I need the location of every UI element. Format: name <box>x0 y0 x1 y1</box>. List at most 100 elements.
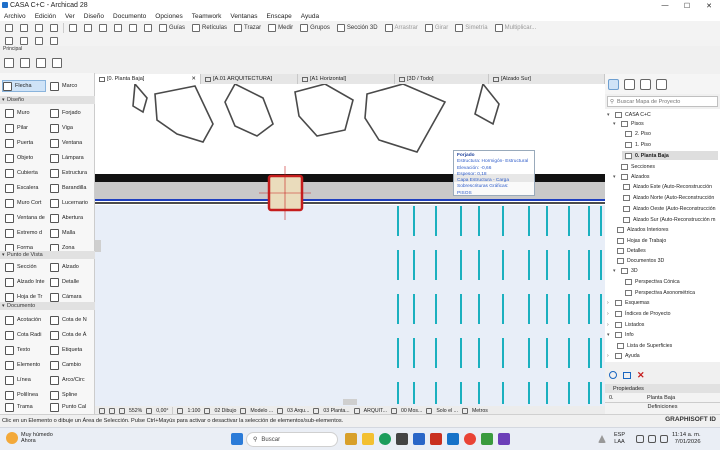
tree-secciones[interactable]: Secciones <box>613 162 655 171</box>
minimize-button[interactable]: — <box>654 0 676 11</box>
chevron-up-icon[interactable] <box>598 435 606 443</box>
tree-alzado-sur[interactable]: Alzado Sur (Auto-Reconstrucción m <box>623 215 715 224</box>
mirror-button[interactable]: Simetría <box>453 23 489 33</box>
graphisoft-id-button[interactable]: GRAPHISOFT ID <box>665 416 716 423</box>
tree-documentos-3d[interactable]: Documentos 3D <box>617 256 664 265</box>
zoom-out-icon[interactable] <box>119 407 125 414</box>
tool-escalera[interactable]: Escalera <box>5 182 47 194</box>
taskbar-search[interactable]: ⚲ Buscar <box>246 432 338 447</box>
volume-icon[interactable] <box>648 435 656 443</box>
chrome-icon[interactable] <box>464 433 476 445</box>
tab-a1-horizontal[interactable]: [A1 Horizontal] <box>298 74 395 84</box>
tab-planta-baja[interactable]: [0. Planta Baja] ✕ <box>95 74 201 84</box>
tool-punto-calor[interactable]: Punto Cal <box>50 401 94 413</box>
tool-extremo[interactable]: Extremo d <box>5 227 47 239</box>
scale-value[interactable]: 1:100 <box>187 408 200 414</box>
layout-book-icon[interactable] <box>640 78 651 90</box>
zoom-value[interactable]: 552% <box>129 408 142 414</box>
tool-muro-cortina[interactable]: Muro Cort <box>5 197 47 209</box>
bottom-scroll-handle[interactable] <box>343 399 357 405</box>
tool-alzado-int[interactable]: Alzado Inte <box>5 276 47 288</box>
view-map-icon[interactable] <box>624 78 635 90</box>
project-map-icon[interactable] <box>608 78 619 90</box>
menu-edicion[interactable]: Edición <box>35 13 56 20</box>
inject-button[interactable] <box>127 23 139 33</box>
section3d-button[interactable]: Sección 3D <box>335 23 380 33</box>
tool-elemento[interactable]: Elemento <box>5 359 47 371</box>
tab-alzado-sur[interactable]: [Alzado Sur] <box>489 74 605 84</box>
undo-button[interactable] <box>67 23 79 33</box>
tool-forjado[interactable]: Forjado <box>50 107 94 119</box>
system-clock[interactable]: 11:14 a. m. 7/01/2026 <box>672 432 701 446</box>
tool-ventana[interactable]: Ventana <box>50 137 94 149</box>
tree-lista-superficies[interactable]: Lista de Superficies <box>617 341 672 350</box>
guides-button[interactable]: Guías <box>157 23 187 33</box>
print-button[interactable] <box>48 23 60 33</box>
graphic-combo[interactable]: 03 Planta... <box>323 408 349 414</box>
tool-cubierta[interactable]: Cubierta <box>5 167 47 179</box>
tool-texto[interactable]: Texto <box>5 344 47 356</box>
new-view-icon[interactable] <box>623 371 631 379</box>
layout-button-3[interactable] <box>33 36 45 46</box>
close-tab-icon[interactable]: ✕ <box>191 76 196 82</box>
save-button[interactable] <box>33 23 45 33</box>
tab-3d-todo[interactable]: [3D / Todo] <box>395 74 489 84</box>
model-combo[interactable]: Modelo ... <box>250 408 273 414</box>
navigator-search[interactable]: ⚲ Buscar Mapa de Proyecto <box>607 96 718 107</box>
windows-start-icon[interactable] <box>231 433 243 445</box>
file-explorer-icon[interactable] <box>362 433 374 445</box>
tool-lucernario[interactable]: Lucernario <box>50 197 94 209</box>
tool-spline[interactable]: Spline <box>50 389 94 401</box>
layout-button-2[interactable] <box>18 36 30 46</box>
properties-header[interactable]: Propiedades <box>605 384 720 393</box>
publisher-icon[interactable] <box>656 78 667 90</box>
tool-arco[interactable]: Arco/Circ <box>50 374 94 386</box>
section-diseno[interactable]: Diseño <box>0 96 95 104</box>
section-documento[interactable]: Documento <box>0 302 95 310</box>
tree-planta-baja[interactable]: 0. Planta Baja <box>622 151 718 160</box>
settings-icon[interactable] <box>609 371 617 379</box>
edge-icon[interactable] <box>379 433 391 445</box>
eye-icon[interactable] <box>36 57 46 68</box>
menu-teamwork[interactable]: Teamwork <box>192 13 222 20</box>
new-button[interactable] <box>3 23 15 33</box>
left-scroll-handle[interactable] <box>95 240 101 252</box>
tool-cambio[interactable]: Cambio <box>50 359 94 371</box>
zoom-in-icon[interactable] <box>109 407 115 414</box>
office-icon[interactable] <box>430 433 442 445</box>
battery-icon[interactable] <box>660 435 668 443</box>
tool-trama[interactable]: Trama <box>5 401 47 413</box>
tool-abertura[interactable]: Abertura <box>50 212 94 224</box>
archicad-taskbar-icon[interactable] <box>447 433 459 445</box>
maximize-button[interactable]: ☐ <box>676 0 698 11</box>
menu-ventanas[interactable]: Ventanas <box>230 13 257 20</box>
tool-flecha[interactable]: Flecha <box>2 80 46 92</box>
widgets-icon[interactable] <box>345 433 357 445</box>
tool-lampara[interactable]: Lámpara <box>50 152 94 164</box>
select-button[interactable] <box>97 23 109 33</box>
tool-alzado[interactable]: Alzado <box>50 261 94 273</box>
tree-listados[interactable]: › Listados <box>607 320 644 329</box>
multiply-button[interactable]: Multiplicar... <box>493 23 539 33</box>
groups-button[interactable]: Grupos <box>298 23 332 33</box>
tool-ventana-de[interactable]: Ventana de <box>5 212 47 224</box>
wifi-icon[interactable] <box>636 435 644 443</box>
tree-piso-2[interactable]: 2. Piso <box>625 129 651 138</box>
drag-button[interactable]: Arrastrar <box>383 23 420 33</box>
store-icon[interactable] <box>396 433 408 445</box>
open-button[interactable] <box>18 23 30 33</box>
tool-detalle[interactable]: Detalle <box>50 276 94 288</box>
tree-pisos[interactable]: ▾ Pisos <box>613 119 644 128</box>
menu-archivo[interactable]: Archivo <box>4 13 26 20</box>
tree-detalles[interactable]: Detalles <box>617 246 646 255</box>
undo-zoom-icon[interactable] <box>99 407 105 414</box>
tool-estructura[interactable]: Estructura <box>50 167 94 179</box>
tool-polilinea[interactable]: Polilínea <box>5 389 47 401</box>
tree-root[interactable]: ▾ CASA C+C <box>607 110 651 119</box>
tool-viga[interactable]: Viga <box>50 122 94 134</box>
trace-button[interactable]: Trazar <box>232 23 263 33</box>
tree-perspectiva-axonometrica[interactable]: Perspectiva Axonométrica <box>625 288 695 297</box>
menu-ayuda[interactable]: Ayuda <box>301 13 319 20</box>
layout-button-1[interactable] <box>3 36 15 46</box>
definitions-button[interactable]: Definiciones <box>605 402 720 411</box>
